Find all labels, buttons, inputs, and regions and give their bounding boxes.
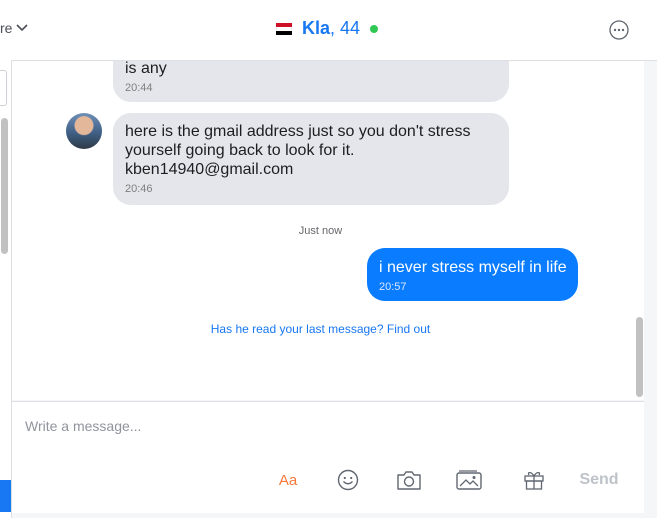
message-time: 20:44 [125, 82, 153, 94]
chat-header: re Kla , 44 [0, 0, 657, 61]
message-text: i never stress myself in life [379, 259, 567, 276]
options-button[interactable] [609, 20, 629, 40]
contact-age: , 44 [330, 18, 361, 38]
country-flag-icon [276, 22, 292, 35]
message-input[interactable] [25, 414, 615, 438]
chat-scroll-thumb[interactable] [636, 317, 643, 397]
gift-button[interactable] [522, 468, 546, 492]
online-status-dot [370, 24, 379, 33]
emoji-button[interactable] [336, 468, 360, 492]
message-text: is any [125, 61, 167, 77]
more-menu[interactable]: re [0, 20, 29, 36]
chat-scrollbar[interactable] [635, 61, 644, 400]
message-time: 20:57 [379, 281, 407, 293]
right-edge [644, 61, 657, 518]
text-format-button[interactable]: Aa [278, 468, 298, 492]
contact-title[interactable]: Kla , 44 [276, 18, 379, 39]
send-label: Send [579, 471, 619, 488]
left-scrollbar[interactable] [1, 118, 8, 254]
left-panel [0, 60, 12, 518]
text-format-label: Aa [278, 471, 298, 489]
more-menu-label: re [0, 20, 13, 36]
send-button[interactable]: Send [578, 468, 620, 492]
incoming-message: here is the gmail address just so you do… [113, 113, 509, 205]
gift-icon [524, 471, 544, 490]
message-text: here is the gmail address just so you do… [125, 123, 471, 178]
left-action-button[interactable] [0, 480, 11, 512]
photo-icon [456, 470, 482, 490]
smiley-icon [337, 469, 359, 491]
photo-button[interactable] [455, 468, 483, 492]
contact-name[interactable]: Kla [302, 18, 330, 39]
message-thread: is any 20:44 here is the gmail address j… [12, 61, 644, 400]
message-time: 20:46 [125, 183, 153, 195]
message-composer: Aa Send [12, 401, 644, 513]
outgoing-message: i never stress myself in life 20:57 [367, 248, 578, 301]
incoming-message: is any 20:44 [113, 61, 509, 102]
camera-button[interactable] [395, 468, 423, 492]
read-receipt-link[interactable]: Has he read your last message? Find out [12, 322, 629, 336]
left-search-field[interactable] [0, 70, 7, 106]
avatar[interactable] [66, 113, 102, 149]
time-divider: Just now [298, 225, 343, 237]
more-options-icon [609, 20, 629, 40]
camera-icon [397, 471, 421, 490]
chevron-down-icon [16, 24, 29, 32]
